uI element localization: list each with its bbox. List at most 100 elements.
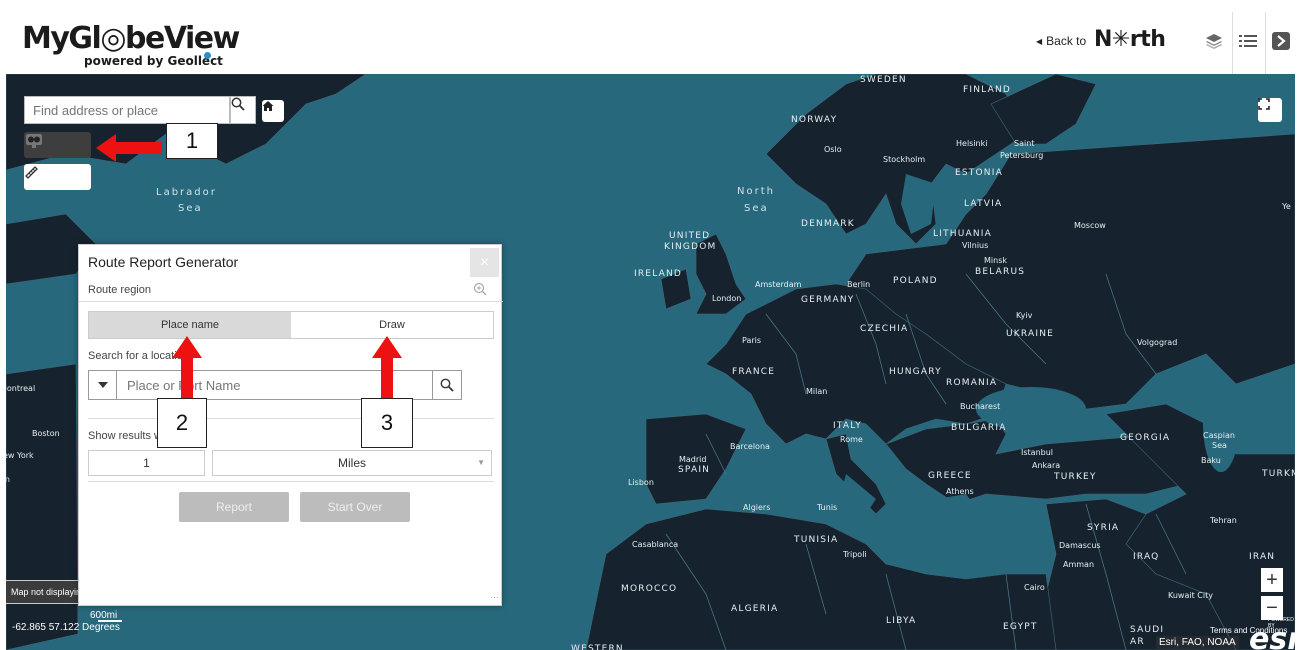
expand-panel-icon[interactable] — [1269, 28, 1293, 54]
header-divider — [1232, 12, 1233, 74]
map-label: TUNISIA — [794, 535, 839, 545]
map-label: WESTERN — [571, 644, 624, 650]
find-place-input[interactable] — [25, 102, 205, 118]
map-label: Sea — [1212, 441, 1227, 450]
callout-arrow-1 — [96, 134, 162, 162]
map-label: Paris — [742, 336, 762, 345]
unit-select[interactable]: Miles ▼ — [212, 450, 492, 476]
map-label: IRAN — [1249, 552, 1276, 562]
map-label: BULGARIA — [951, 423, 1007, 433]
map-label: SPAIN — [678, 465, 711, 475]
map-label: HUNGARY — [889, 367, 942, 377]
map-label: Petersburg — [1000, 151, 1044, 160]
map-label: Amsterdam — [755, 280, 802, 289]
north-logo[interactable]: N✳rth — [1094, 27, 1166, 52]
map-label: Saint — [1014, 139, 1035, 148]
map-label: Ye — [1282, 202, 1291, 211]
esri-logo: esri — [1249, 622, 1295, 650]
map-label: EGYPT — [1003, 622, 1038, 632]
home-button[interactable] — [262, 100, 284, 122]
callout-3: 3 — [361, 398, 413, 448]
map-label: Athens — [946, 487, 974, 496]
map-label: ESTONIA — [955, 168, 1003, 178]
app-logo[interactable]: MyGl◎beView — [22, 21, 240, 56]
map-label: Ankara — [1032, 461, 1061, 470]
map-label: Barcelona — [730, 442, 770, 451]
map-label: Berlin — [847, 280, 871, 289]
map-label: Moscow — [1074, 221, 1106, 230]
search-box[interactable] — [24, 96, 230, 124]
map-label: Lisbon — [628, 478, 654, 487]
screenshot-stage: MyGl◎beView powered by Geollect ◀ Back t… — [0, 0, 1301, 650]
tab-place-name[interactable]: Place name — [89, 312, 291, 338]
map-label: LIBYA — [886, 616, 917, 626]
region-tabs: Place name Draw — [88, 311, 494, 339]
map-label: Algiers — [743, 503, 771, 512]
layers-icon[interactable] — [1202, 28, 1226, 54]
divider — [79, 301, 503, 302]
map-label: Minsk — [984, 256, 1007, 265]
callout-1: 1 — [166, 123, 218, 159]
zoom-in-button[interactable]: + — [1261, 568, 1283, 592]
map-label: ITALY — [833, 421, 862, 431]
start-over-button[interactable]: Start Over — [300, 492, 410, 522]
logo-subtitle: powered by Geollect — [84, 54, 223, 68]
search-icon — [231, 97, 245, 111]
fullscreen-button[interactable] — [1258, 98, 1282, 122]
map-label: Kyiv — [1016, 311, 1033, 320]
zoom-to-region-button[interactable] — [473, 282, 487, 301]
map-label: ew York — [6, 451, 34, 460]
caret-left-icon: ◀ — [1036, 36, 1043, 46]
callout-arrow-3 — [372, 336, 402, 398]
home-icon — [262, 101, 274, 111]
map-label: GREECE — [928, 471, 972, 481]
map-label: MOROCCO — [621, 584, 678, 594]
map-label: SYRIA — [1087, 523, 1120, 533]
map-attribution: Esri, FAO, NOAA — [1156, 636, 1239, 649]
logo-dot-icon — [204, 52, 211, 59]
app-header: MyGl◎beView powered by Geollect ◀ Back t… — [6, 12, 1295, 74]
divider — [88, 481, 494, 482]
list-icon[interactable] — [1236, 28, 1260, 54]
map-label: NORWAY — [791, 115, 838, 125]
map-label: LATVIA — [964, 199, 1003, 209]
map-label: POLAND — [893, 276, 938, 286]
map-label: Caspian — [1203, 431, 1235, 440]
callout-2: 2 — [157, 398, 207, 448]
resize-handle-icon[interactable]: ⋯ — [490, 592, 499, 603]
map-not-displaying-notice[interactable]: Map not displaying — [6, 580, 84, 604]
map-label: KINGDOM — [664, 242, 717, 252]
map-label: FINLAND — [963, 85, 1012, 95]
search-button[interactable] — [230, 96, 256, 124]
coordinate-readout: -62.865 57.122 Degrees — [12, 622, 120, 633]
close-button[interactable]: × — [470, 248, 499, 277]
tab-draw[interactable]: Draw — [291, 312, 493, 338]
ruler-icon — [25, 166, 38, 179]
place-search-field[interactable] — [88, 370, 462, 400]
map-label: ALGERIA — [731, 604, 779, 614]
map-label: Baku — [1201, 456, 1221, 465]
route-report-tool-button[interactable] — [24, 132, 91, 158]
map-label: Milan — [806, 387, 828, 396]
map-label: IRELAND — [634, 269, 683, 279]
map-label: London — [712, 294, 742, 303]
search-source-dropdown[interactable] — [89, 371, 117, 399]
map-label: Sea — [744, 203, 769, 214]
map-label: UNITED — [669, 231, 711, 241]
report-button[interactable]: Report — [179, 492, 289, 522]
map-label: Damascus — [1059, 541, 1101, 550]
measure-tool-button[interactable] — [24, 164, 91, 190]
map-label: Vilnius — [962, 241, 989, 250]
map-label: Tehran — [1210, 516, 1237, 525]
map-label: ROMANIA — [946, 378, 998, 388]
map-label: Labrador — [156, 187, 217, 198]
distance-input[interactable]: 1 — [88, 450, 205, 476]
map-label: BELARUS — [975, 267, 1026, 277]
unit-value: Miles — [337, 456, 366, 470]
place-search-button[interactable] — [432, 370, 462, 400]
map-label: TURKEY — [1054, 472, 1097, 482]
header-divider — [1265, 12, 1266, 74]
map-label: Helsinki — [956, 139, 988, 148]
back-to-link[interactable]: ◀ Back to — [1036, 34, 1086, 48]
map-label: LITHUANIA — [933, 229, 993, 239]
